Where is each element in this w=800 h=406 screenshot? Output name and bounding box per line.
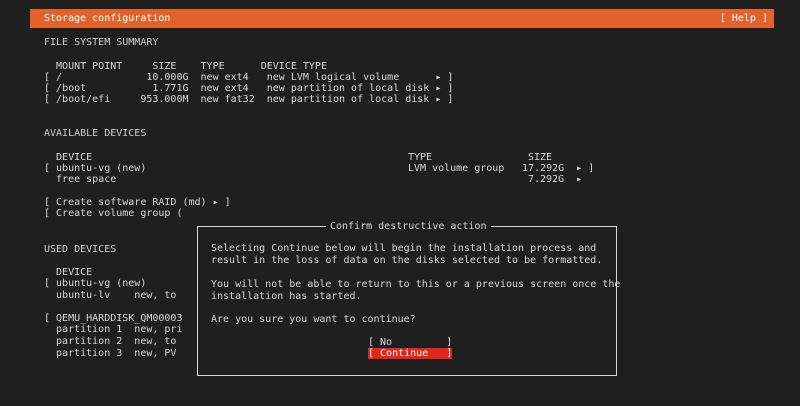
dialog-title: Confirm destructive action [326, 221, 491, 232]
available-row-free-space: free space [44, 174, 117, 185]
fs-row-boot[interactable]: [ /boot 1.771G new ext4 new partition of… [44, 83, 453, 94]
available-col-size: SIZE [528, 152, 553, 163]
continue-button[interactable]: [ Continue ] [368, 348, 453, 359]
fs-row-boot-efi[interactable]: [ /boot/efi 953.000M new fat32 new parti… [44, 94, 453, 105]
available-row-free-space-size[interactable]: 7.292G ▸ [528, 174, 582, 185]
create-raid-button[interactable]: [ Create software RAID (md) ▸ ] [44, 197, 231, 208]
used-row-partition-1: partition 1 new, pri [44, 324, 183, 335]
dialog-text-line-1: Selecting Continue below will begin the … [211, 243, 597, 254]
dialog-text-line-3: You will not be able to return to this o… [211, 279, 621, 290]
available-row-ubuntu-vg[interactable]: [ ubuntu-vg (new) [44, 163, 146, 174]
used-row-ubuntu-lv: ubuntu-lv new, to [44, 290, 177, 301]
available-row-ubuntu-vg-size[interactable]: 17.292G ▸ ] [522, 163, 594, 174]
no-button[interactable]: [ No ] [368, 337, 452, 348]
confirm-dialog: Confirm destructive action Selecting Con… [197, 221, 621, 376]
used-row-partition-2: partition 2 new, to [44, 336, 177, 347]
used-row-qemu-disk[interactable]: [ QEMU_HARDDISK_QM00003 [44, 313, 182, 324]
fs-row-root[interactable]: [ / 10.000G new ext4 new LVM logical vol… [44, 72, 453, 83]
used-row-ubuntu-vg[interactable]: [ ubuntu-vg (new) [44, 278, 146, 289]
fs-summary-heading: FILE SYSTEM SUMMARY [44, 37, 159, 48]
dialog-text-line-4: installation has started. [211, 291, 362, 302]
available-devices-heading: AVAILABLE DEVICES [44, 128, 147, 139]
create-volume-group-button[interactable]: [ Create volume group ( [44, 208, 182, 219]
dialog-question: Are you sure you want to continue? [211, 314, 416, 325]
fs-summary-columns: MOUNT POINT SIZE TYPE DEVICE TYPE [44, 61, 327, 72]
used-devices-heading: USED DEVICES [44, 244, 117, 255]
header-bar: Storage configuration [ Help ] [30, 9, 774, 28]
used-row-partition-3: partition 3 new, PV [44, 348, 177, 359]
available-col-type: TYPE [408, 152, 433, 163]
used-col-device: DEVICE [44, 267, 93, 278]
dialog-text-line-2: result in the loss of data on the disks … [211, 255, 603, 266]
page-title: Storage configuration [44, 13, 171, 24]
available-row-ubuntu-vg-type: LVM volume group [408, 163, 505, 174]
available-col-device: DEVICE [44, 152, 93, 163]
help-button[interactable]: [ Help ] [720, 13, 768, 24]
